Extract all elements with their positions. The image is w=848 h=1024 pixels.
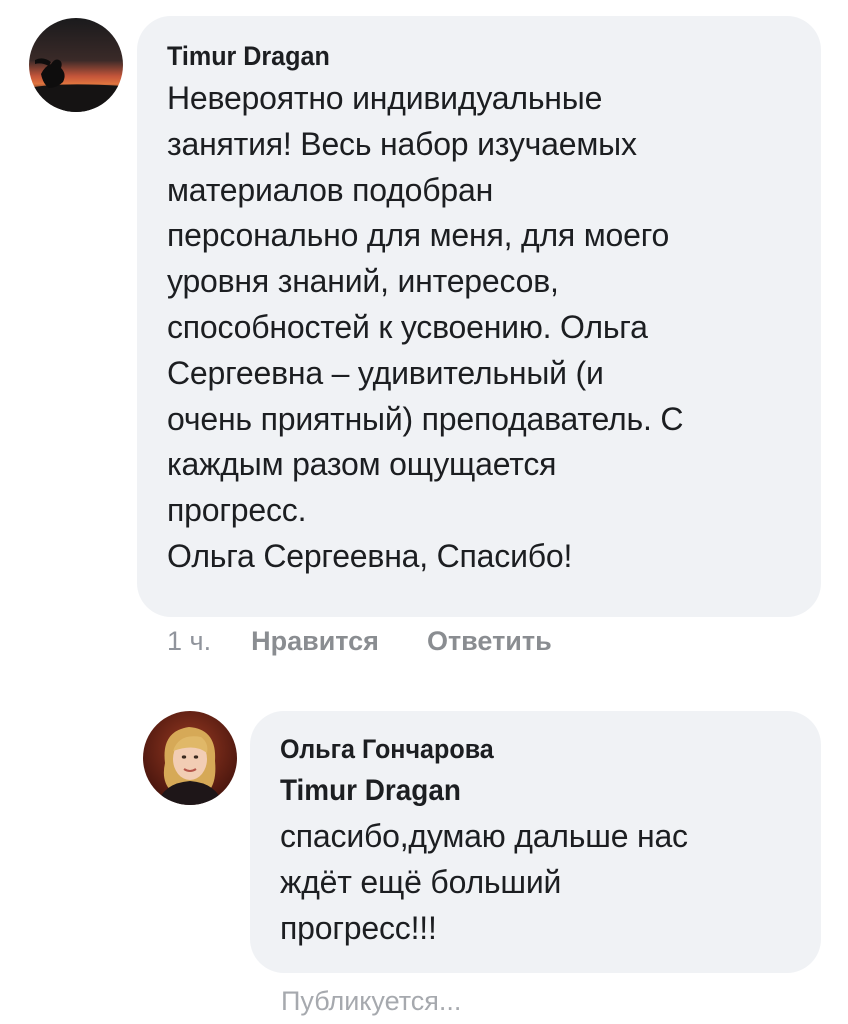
- comment-text-line: материалов подобран: [167, 171, 494, 208]
- comment-text-line: персонально для меня, для моего: [167, 217, 670, 254]
- reply-mention[interactable]: Timur Dragan: [280, 771, 757, 811]
- comment-bubble: Timur Dragan Невероятно индивидуальные з…: [137, 16, 821, 617]
- comment-text-line: Невероятно индивидуальные: [167, 80, 603, 116]
- comment-text-line: очень приятный) преподаватель. С: [167, 400, 684, 437]
- comment-text-line: Ольга Сергеевна, Спасибо!: [167, 537, 573, 574]
- comment-text-line: Сергеевна – удивительный (и: [167, 354, 604, 391]
- comment-timestamp[interactable]: 1 ч.: [167, 626, 211, 657]
- reply-text-line: ждёт ещё больший: [280, 864, 562, 900]
- comment-author-name[interactable]: Timur Dragan: [167, 40, 330, 72]
- reply-text-line: спасибо,думаю дальше нас: [280, 818, 688, 854]
- comment-text: Невероятно индивидуальные занятия! Весь …: [167, 76, 789, 580]
- commenter-avatar[interactable]: [29, 18, 123, 112]
- reply-avatar[interactable]: [143, 711, 237, 805]
- comment-text-line: уровня знаний, интересов,: [167, 263, 559, 300]
- comment-text-line: занятия! Весь набор изучаемых: [167, 125, 637, 162]
- comment-actions: 1 ч. Нравится Ответить: [167, 621, 600, 661]
- reply-text-line: прогресс!!!: [280, 910, 437, 946]
- publishing-status: Публикуется...: [281, 986, 462, 1016]
- comment-text-line: способностей к усвоению. Ольга: [167, 308, 648, 345]
- comment-text-line: каждым разом ощущается: [167, 446, 557, 483]
- avatar-image: [143, 711, 237, 805]
- comment-text-line: прогресс.: [167, 492, 307, 529]
- reply-author-name[interactable]: Ольга Гончарова: [280, 733, 494, 765]
- avatar-image: [29, 18, 123, 112]
- reply-button[interactable]: Ответить: [427, 626, 552, 657]
- reply-text: спасибо,думаю дальше нас ждёт ещё больши…: [280, 813, 793, 951]
- like-button[interactable]: Нравится: [251, 626, 379, 657]
- reply-bubble: Ольга Гончарова Timur Dragan спасибо,дум…: [250, 711, 821, 973]
